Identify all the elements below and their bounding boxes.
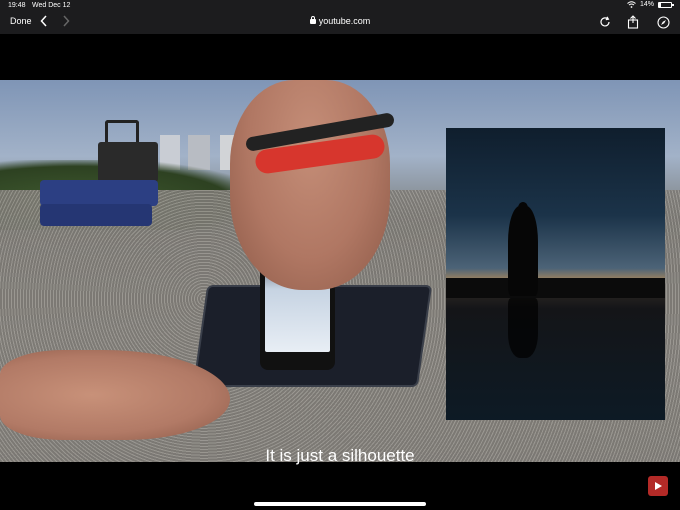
silhouette-reflection [508,298,538,358]
inset-horizon [446,278,665,298]
hand-holding-phone [230,80,390,290]
battery-level [659,2,661,7]
wifi-icon [627,1,636,8]
url-field[interactable]: youtube.com [0,16,680,26]
compass-icon[interactable] [656,15,670,29]
silhouette-figure [508,206,538,296]
home-indicator[interactable] [254,502,426,506]
blue-suitcase [40,180,158,206]
video-frame[interactable] [0,80,680,462]
reload-icon[interactable] [598,15,612,29]
silhouette-photo-inset [446,128,665,420]
url-text: youtube.com [318,16,371,26]
share-icon[interactable] [626,15,640,29]
lock-icon [309,16,316,24]
video-player[interactable] [0,34,680,510]
status-right: 14% [627,1,674,8]
battery-icon [658,1,674,8]
browser-toolbar: Done youtube.com [0,12,680,34]
battery-percent: 14% [639,1,654,8]
status-date: Wed Dec 12 [32,2,71,9]
dark-suitcase [98,142,158,182]
video-caption: It is just a silhouette [265,446,415,465]
play-triangle [654,482,662,490]
status-bar: 19:48 Wed Dec 12 14% [0,0,680,12]
youtube-logo-icon[interactable] [648,476,668,496]
blue-suitcase-lower [40,204,152,226]
status-time: 19:48 [8,2,26,9]
